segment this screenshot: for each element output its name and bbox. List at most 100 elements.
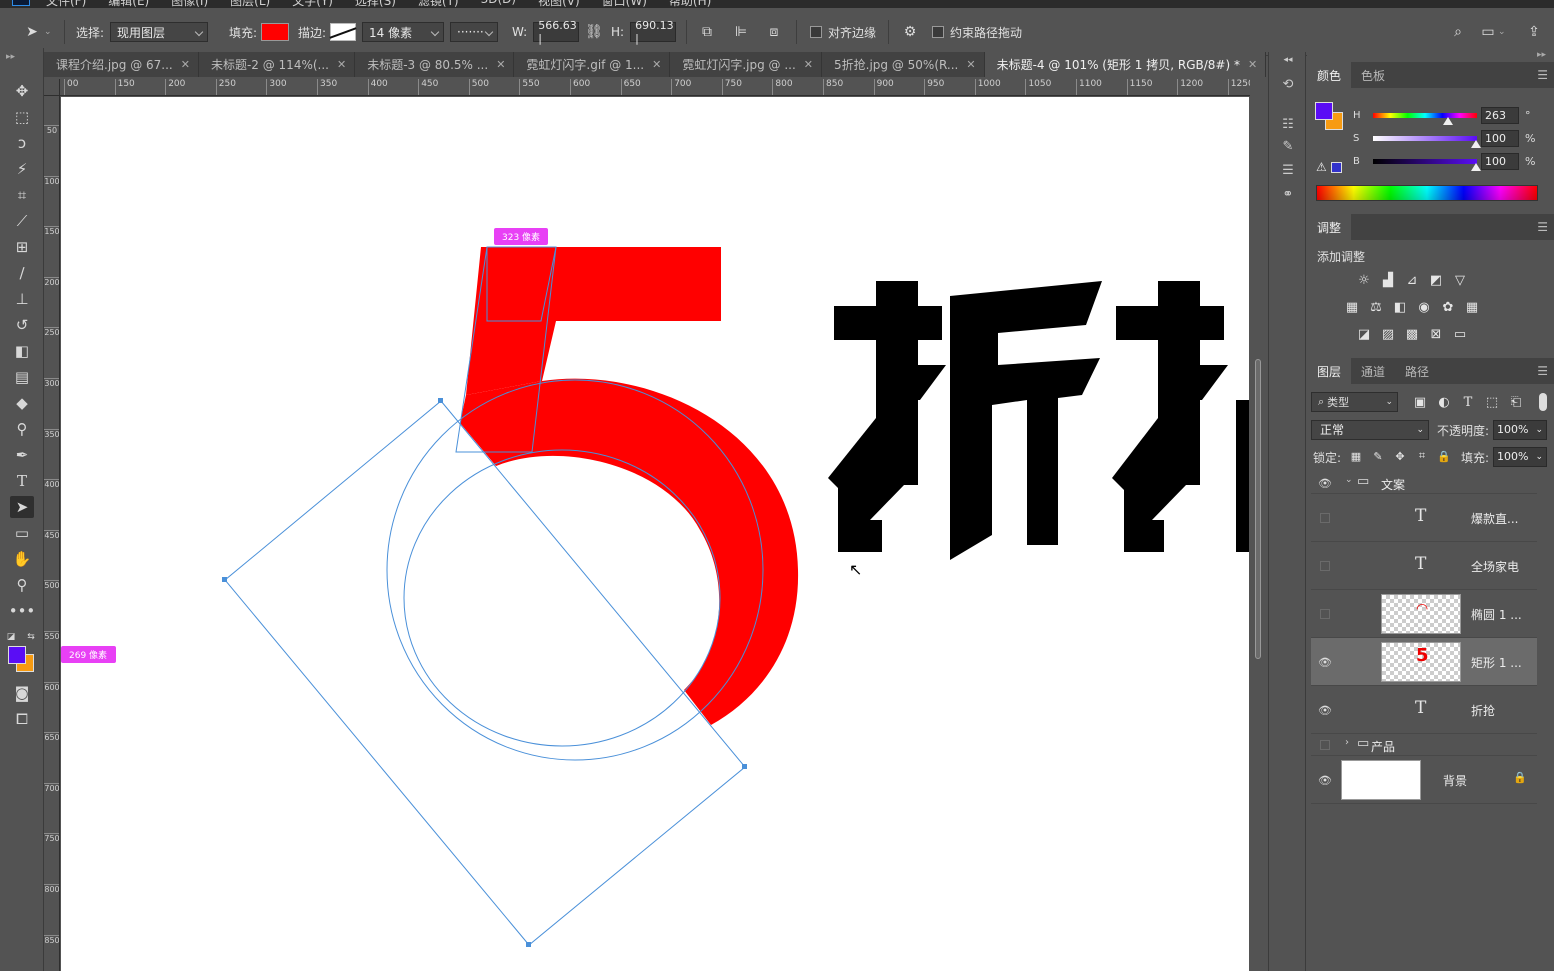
- invert-icon[interactable]: ◪: [1355, 326, 1373, 342]
- hue-input[interactable]: 263: [1481, 106, 1519, 124]
- color-lookup-icon[interactable]: ▦: [1463, 299, 1481, 315]
- document-tab[interactable]: 课程介绍.jpg @ 67... ✕: [44, 52, 199, 77]
- document-tab[interactable]: 5折抢.jpg @ 50%(R... ✕: [822, 52, 985, 77]
- menu-item[interactable]: 图像(I): [171, 0, 208, 8]
- hand-tool-icon[interactable]: ✋: [10, 548, 34, 570]
- brightness-slider[interactable]: [1373, 158, 1481, 171]
- brightness-slider-row[interactable]: B 100 %: [1353, 152, 1535, 171]
- menu-item[interactable]: 文件(F): [46, 0, 86, 8]
- stamp-tool-icon[interactable]: ⊥: [10, 288, 34, 310]
- align-edges-checkbox[interactable]: 对齐边缘: [810, 22, 876, 42]
- filter-adjustment-icon[interactable]: ◐: [1435, 394, 1453, 410]
- pen-tool-icon[interactable]: ✒: [10, 444, 34, 466]
- gamut-color-swatch[interactable]: [1331, 162, 1342, 173]
- close-tab-icon[interactable]: ✕: [496, 58, 505, 71]
- dodge-tool-icon[interactable]: ⚲: [10, 418, 34, 440]
- layer-row-shape[interactable]: ◠ 椭圆 1 ...: [1311, 590, 1537, 638]
- chevron-right-icon[interactable]: ›: [1345, 737, 1349, 748]
- visibility-eye-icon[interactable]: [1317, 737, 1333, 753]
- move-tool-icon[interactable]: ✥: [10, 80, 34, 102]
- visibility-eye-icon[interactable]: [1317, 510, 1333, 526]
- posterize-icon[interactable]: ▨: [1379, 326, 1397, 342]
- path-alignment-icon[interactable]: ⊫: [731, 22, 751, 42]
- history-brush-tool-icon[interactable]: ↺: [10, 314, 34, 336]
- history-panel-icon[interactable]: ⟲: [1278, 74, 1298, 94]
- crop-tool-icon[interactable]: ⌗: [10, 184, 34, 206]
- workspace-icon[interactable]: ▭: [1478, 22, 1498, 42]
- collapse-icon[interactable]: ▸▸: [1537, 50, 1546, 60]
- vertical-ruler[interactable]: 50 100 150 200 250 300 350 400 450 500 550 600 650 70…: [44, 96, 60, 971]
- hue-slider-thumb[interactable]: [1443, 116, 1453, 125]
- swap-colors-icon[interactable]: ⇆: [24, 626, 38, 648]
- hue-saturation-icon[interactable]: ▦: [1343, 299, 1361, 315]
- menu-item[interactable]: 编辑(E): [108, 0, 149, 8]
- visibility-eye-icon[interactable]: [1317, 606, 1333, 622]
- type-tool-icon[interactable]: T: [10, 470, 34, 492]
- properties-panel-icon[interactable]: ☷: [1278, 114, 1298, 134]
- rectangle-tool-icon[interactable]: ▭: [10, 522, 34, 544]
- marquee-tool-icon[interactable]: ⬚: [10, 106, 34, 128]
- close-tab-icon[interactable]: ✕: [337, 58, 346, 71]
- threshold-icon[interactable]: ▩: [1403, 326, 1421, 342]
- layer-row-background[interactable]: 👁 背景 🔒: [1311, 756, 1537, 804]
- photo-filter-icon[interactable]: ◉: [1415, 299, 1433, 315]
- adjust-panel-icon[interactable]: ☰: [1278, 160, 1298, 180]
- layer-filter-dropdown[interactable]: ⌕ 类型 ⌄: [1311, 392, 1398, 412]
- blur-tool-icon[interactable]: ◆: [10, 392, 34, 414]
- document-tab[interactable]: 霓虹灯闪字.gif @ 1... ✕: [514, 52, 671, 77]
- levels-icon[interactable]: ▟: [1379, 272, 1397, 288]
- fill-input[interactable]: 100% ⌄: [1493, 447, 1547, 467]
- lock-all-icon[interactable]: 🔒: [1435, 448, 1453, 464]
- foreground-color-swatch[interactable]: [1315, 102, 1333, 120]
- opacity-input[interactable]: 100% ⌄: [1493, 420, 1547, 440]
- menu-item[interactable]: 图层(L): [230, 0, 270, 8]
- exposure-icon[interactable]: ◩: [1427, 272, 1445, 288]
- brush-tool-icon[interactable]: ∕: [10, 262, 34, 284]
- lock-transparent-icon[interactable]: ▦: [1347, 448, 1365, 464]
- brush-panel-icon[interactable]: ✎: [1278, 136, 1298, 156]
- glyphs-panel-icon[interactable]: ⚭: [1278, 184, 1298, 204]
- layer-row-group-products[interactable]: › ▭ 产品: [1311, 734, 1537, 756]
- path-selection-tool-icon[interactable]: ➤: [10, 496, 34, 518]
- filter-pixel-icon[interactable]: ▣: [1411, 394, 1429, 410]
- document-tab[interactable]: 未标题-3 @ 80.5% ... ✕: [355, 52, 515, 77]
- fill-color-swatch[interactable]: [261, 23, 290, 41]
- gradient-map-icon[interactable]: ▭: [1451, 326, 1469, 342]
- stroke-style-dropdown[interactable]: ·······: [450, 22, 498, 42]
- tab-paths[interactable]: 路径: [1395, 358, 1439, 384]
- tab-layers[interactable]: 图层: [1307, 358, 1352, 384]
- layer-row-text[interactable]: T 爆款直...: [1311, 494, 1537, 542]
- vibrance-icon[interactable]: ▽: [1451, 272, 1469, 288]
- tab-adjustments[interactable]: 调整: [1307, 214, 1352, 240]
- headline-text[interactable]: [828, 281, 1249, 560]
- document-tab[interactable]: 霓虹灯闪字.jpg @ ... ✕: [670, 52, 823, 77]
- filter-shape-icon[interactable]: ⬚: [1483, 394, 1501, 410]
- screen-mode-icon[interactable]: ⧠: [10, 708, 34, 730]
- quick-mask-icon[interactable]: ◙: [10, 682, 34, 704]
- filter-smart-object-icon[interactable]: ⎗: [1507, 394, 1525, 410]
- close-tab-icon[interactable]: ✕: [966, 58, 975, 71]
- selective-color-icon[interactable]: ⊠: [1427, 326, 1445, 342]
- out-of-gamut-warning-icon[interactable]: ⚠: [1316, 160, 1327, 174]
- layer-row-text[interactable]: T 全场家电: [1311, 542, 1537, 590]
- visibility-eye-icon[interactable]: 👁: [1317, 702, 1333, 718]
- path-operations-icon[interactable]: ⧉: [697, 22, 717, 42]
- menu-item[interactable]: 窗口(W): [602, 0, 647, 8]
- brightness-slider-thumb[interactable]: [1471, 162, 1481, 171]
- close-tab-icon[interactable]: ✕: [804, 58, 813, 71]
- tab-channels[interactable]: 通道: [1351, 358, 1395, 384]
- layer-row-shape-selected[interactable]: 👁 5 矩形 1 ...: [1311, 638, 1537, 686]
- hue-slider[interactable]: [1373, 112, 1477, 125]
- default-colors-icon[interactable]: ◪: [4, 626, 18, 648]
- brightness-contrast-icon[interactable]: ☼: [1355, 272, 1373, 288]
- layer-row-text[interactable]: 👁 T 折抢: [1311, 686, 1537, 734]
- scrollbar-thumb[interactable]: [1255, 359, 1261, 659]
- curves-icon[interactable]: ⊿: [1403, 272, 1421, 288]
- eyedropper-tool-icon[interactable]: ⟋: [10, 210, 34, 232]
- gear-icon[interactable]: ⚙: [900, 22, 920, 42]
- color-swatches[interactable]: [8, 646, 38, 676]
- visibility-eye-icon[interactable]: 👁: [1317, 475, 1333, 491]
- filter-type-icon[interactable]: T: [1459, 394, 1477, 410]
- close-tab-icon[interactable]: ✕: [1248, 58, 1257, 71]
- vertical-scrollbar[interactable]: [1250, 79, 1266, 971]
